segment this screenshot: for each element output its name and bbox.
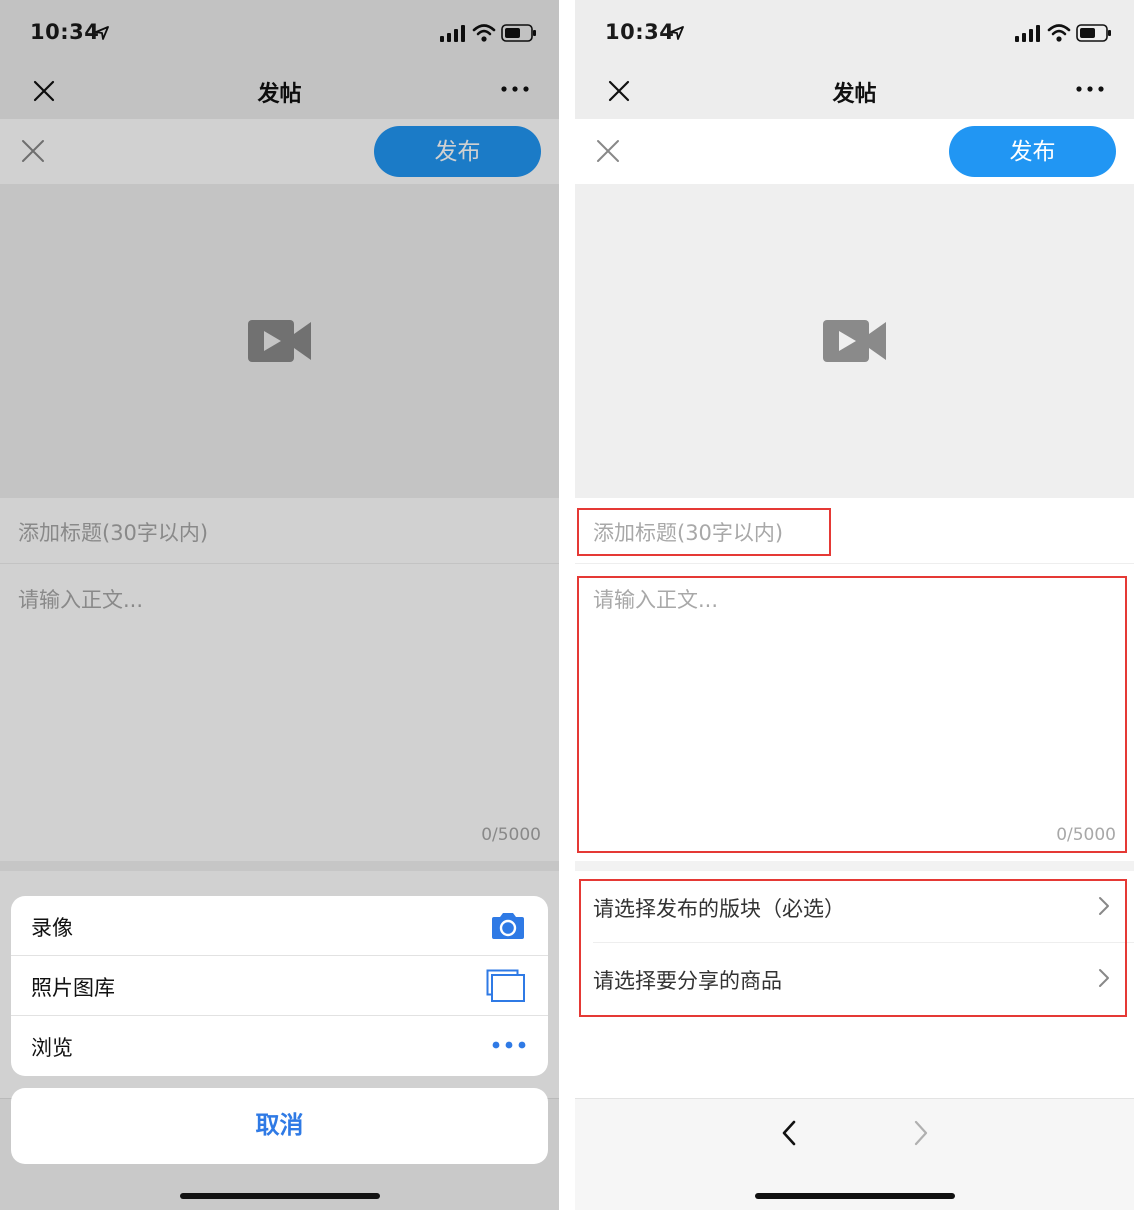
cancel-button[interactable]: 取消 xyxy=(11,1088,548,1164)
more-icon[interactable] xyxy=(1075,84,1105,94)
page-title: 发帖 xyxy=(832,82,877,107)
wifi-icon xyxy=(1047,24,1071,42)
video-camera-icon xyxy=(823,320,886,362)
annotation-box-title xyxy=(577,508,831,556)
camera-icon xyxy=(492,913,524,939)
close-icon[interactable] xyxy=(596,139,620,163)
action-label: 照片图库 xyxy=(31,976,115,1000)
phone-screen-right: 10:34 发帖 发布 添加标题(30字以内) 请输入正文... 0/5000 … xyxy=(575,0,1134,1210)
action-record-video[interactable]: 录像 xyxy=(11,896,548,956)
action-browse[interactable]: 浏览 xyxy=(11,1016,548,1076)
forward-arrow-icon[interactable] xyxy=(913,1119,929,1147)
more-icon xyxy=(492,1041,526,1049)
annotation-box-body xyxy=(577,576,1127,853)
content-filler xyxy=(575,1021,1134,1098)
status-time: 10:34 xyxy=(605,20,675,44)
action-sheet: 录像 照片图库 浏览 xyxy=(11,896,548,1076)
photo-library-icon xyxy=(486,969,525,1002)
publish-button[interactable]: 发布 xyxy=(949,126,1116,177)
divider xyxy=(575,861,1134,871)
home-indicator[interactable] xyxy=(180,1193,380,1199)
battery-icon xyxy=(1076,24,1111,42)
signal-icon xyxy=(1015,25,1040,42)
action-label: 录像 xyxy=(31,916,73,940)
back-arrow-icon[interactable] xyxy=(781,1119,797,1147)
action-label: 浏览 xyxy=(31,1036,73,1060)
home-indicator[interactable] xyxy=(755,1193,955,1199)
location-arrow-icon xyxy=(670,26,684,40)
phone-screen-left: 10:34 发帖 发布 添加标题(30字以内) 请输入正文... 0/5000 … xyxy=(0,0,559,1210)
annotation-box-selects xyxy=(579,879,1127,1017)
editor-toolbar: 发布 xyxy=(575,119,1134,184)
nav-bar: 发帖 xyxy=(575,68,1134,119)
action-photo-library[interactable]: 照片图库 xyxy=(11,956,548,1016)
video-upload-area[interactable] xyxy=(575,184,1134,498)
status-bar: 10:34 xyxy=(575,0,1134,68)
